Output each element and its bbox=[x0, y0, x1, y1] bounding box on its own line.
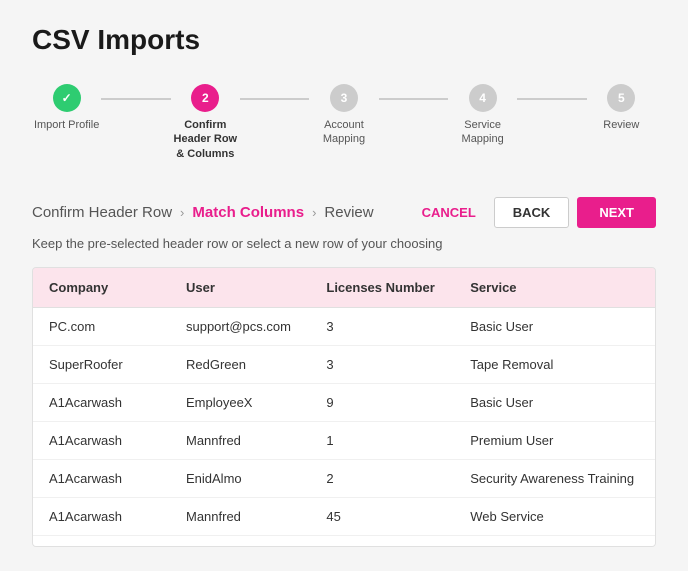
breadcrumb-item-3: Review bbox=[324, 204, 373, 221]
cell-r5-c1: Mannfred bbox=[170, 497, 310, 535]
step-import-profile: ✓ Import Profile bbox=[32, 84, 101, 132]
step-label-2: Confirm Header Row & Columns bbox=[171, 118, 240, 161]
stepper: ✓ Import Profile 2 Confirm Header Row & … bbox=[32, 84, 656, 161]
table-row: Biffco EnterprisesAdminTop1Basic User bbox=[33, 535, 655, 547]
step-label-1: Import Profile bbox=[34, 118, 99, 132]
step-label-3: Account Mapping bbox=[309, 118, 378, 147]
col-header-user: User bbox=[170, 268, 310, 308]
step-label-4: Service Mapping bbox=[448, 118, 517, 147]
page-title: CSV Imports bbox=[32, 24, 656, 56]
step-circle-3: 3 bbox=[330, 84, 358, 112]
connector-4 bbox=[517, 98, 586, 100]
sub-text: Keep the pre-selected header row or sele… bbox=[32, 236, 656, 251]
step-review: 5 Review bbox=[587, 84, 656, 132]
step-circle-4: 4 bbox=[469, 84, 497, 112]
cell-r6-c1: AdminTop bbox=[170, 535, 310, 547]
step-circle-5: 5 bbox=[607, 84, 635, 112]
breadcrumb-sep-2: › bbox=[312, 205, 316, 220]
step-service-mapping: 4 Service Mapping bbox=[448, 84, 517, 147]
table-row: PC.comsupport@pcs.com3Basic User bbox=[33, 307, 655, 345]
cell-r3-c3: Premium User bbox=[454, 421, 655, 459]
col-header-service: Service bbox=[454, 268, 655, 308]
step-label-5: Review bbox=[603, 118, 639, 132]
page-container: CSV Imports ✓ Import Profile 2 Confirm H… bbox=[0, 0, 688, 571]
cell-r3-c1: Mannfred bbox=[170, 421, 310, 459]
connector-3 bbox=[379, 98, 448, 100]
cell-r2-c3: Basic User bbox=[454, 383, 655, 421]
col-header-company: Company bbox=[33, 268, 170, 308]
cell-r4-c1: EnidAlmo bbox=[170, 459, 310, 497]
step-circle-2: 2 bbox=[191, 84, 219, 112]
table-row: A1AcarwashEmployeeX9Basic User bbox=[33, 383, 655, 421]
back-button[interactable]: BACK bbox=[494, 197, 570, 228]
connector-2 bbox=[240, 98, 309, 100]
breadcrumb: Confirm Header Row › Match Columns › Rev… bbox=[32, 204, 374, 221]
cell-r6-c0: Biffco Enterprises bbox=[33, 535, 170, 547]
connector-1 bbox=[101, 98, 170, 100]
next-button[interactable]: NEXT bbox=[577, 197, 656, 228]
cell-r5-c3: Web Service bbox=[454, 497, 655, 535]
cell-r6-c2: 1 bbox=[310, 535, 454, 547]
cell-r0-c1: support@pcs.com bbox=[170, 307, 310, 345]
cell-r1-c3: Tape Removal bbox=[454, 345, 655, 383]
action-bar: Confirm Header Row › Match Columns › Rev… bbox=[32, 197, 656, 228]
cell-r6-c3: Basic User bbox=[454, 535, 655, 547]
data-table: Company User Licenses Number Service PC.… bbox=[33, 268, 655, 547]
step-circle-1: ✓ bbox=[53, 84, 81, 112]
cell-r2-c1: EmployeeX bbox=[170, 383, 310, 421]
cell-r4-c0: A1Acarwash bbox=[33, 459, 170, 497]
cell-r0-c2: 3 bbox=[310, 307, 454, 345]
table-header-row: Company User Licenses Number Service bbox=[33, 268, 655, 308]
cell-r4-c3: Security Awareness Training bbox=[454, 459, 655, 497]
table-row: SuperRooferRedGreen3Tape Removal bbox=[33, 345, 655, 383]
cell-r5-c0: A1Acarwash bbox=[33, 497, 170, 535]
cell-r0-c3: Basic User bbox=[454, 307, 655, 345]
cell-r5-c2: 45 bbox=[310, 497, 454, 535]
cancel-button[interactable]: CANCEL bbox=[412, 199, 486, 226]
step-confirm-header: 2 Confirm Header Row & Columns bbox=[171, 84, 240, 161]
table-row: A1AcarwashEnidAlmo2Security Awareness Tr… bbox=[33, 459, 655, 497]
cell-r1-c0: SuperRoofer bbox=[33, 345, 170, 383]
cell-r4-c2: 2 bbox=[310, 459, 454, 497]
cell-r1-c1: RedGreen bbox=[170, 345, 310, 383]
breadcrumb-item-2: Match Columns bbox=[192, 204, 304, 221]
cell-r0-c0: PC.com bbox=[33, 307, 170, 345]
table-container: Company User Licenses Number Service PC.… bbox=[32, 267, 656, 547]
breadcrumb-item-1: Confirm Header Row bbox=[32, 204, 172, 221]
action-buttons: CANCEL BACK NEXT bbox=[412, 197, 656, 228]
cell-r3-c0: A1Acarwash bbox=[33, 421, 170, 459]
table-row: A1AcarwashMannfred45Web Service bbox=[33, 497, 655, 535]
cell-r1-c2: 3 bbox=[310, 345, 454, 383]
cell-r3-c2: 1 bbox=[310, 421, 454, 459]
col-header-licenses: Licenses Number bbox=[310, 268, 454, 308]
table-row: A1AcarwashMannfred1Premium User bbox=[33, 421, 655, 459]
breadcrumb-sep-1: › bbox=[180, 205, 184, 220]
cell-r2-c0: A1Acarwash bbox=[33, 383, 170, 421]
cell-r2-c2: 9 bbox=[310, 383, 454, 421]
step-account-mapping: 3 Account Mapping bbox=[309, 84, 378, 147]
